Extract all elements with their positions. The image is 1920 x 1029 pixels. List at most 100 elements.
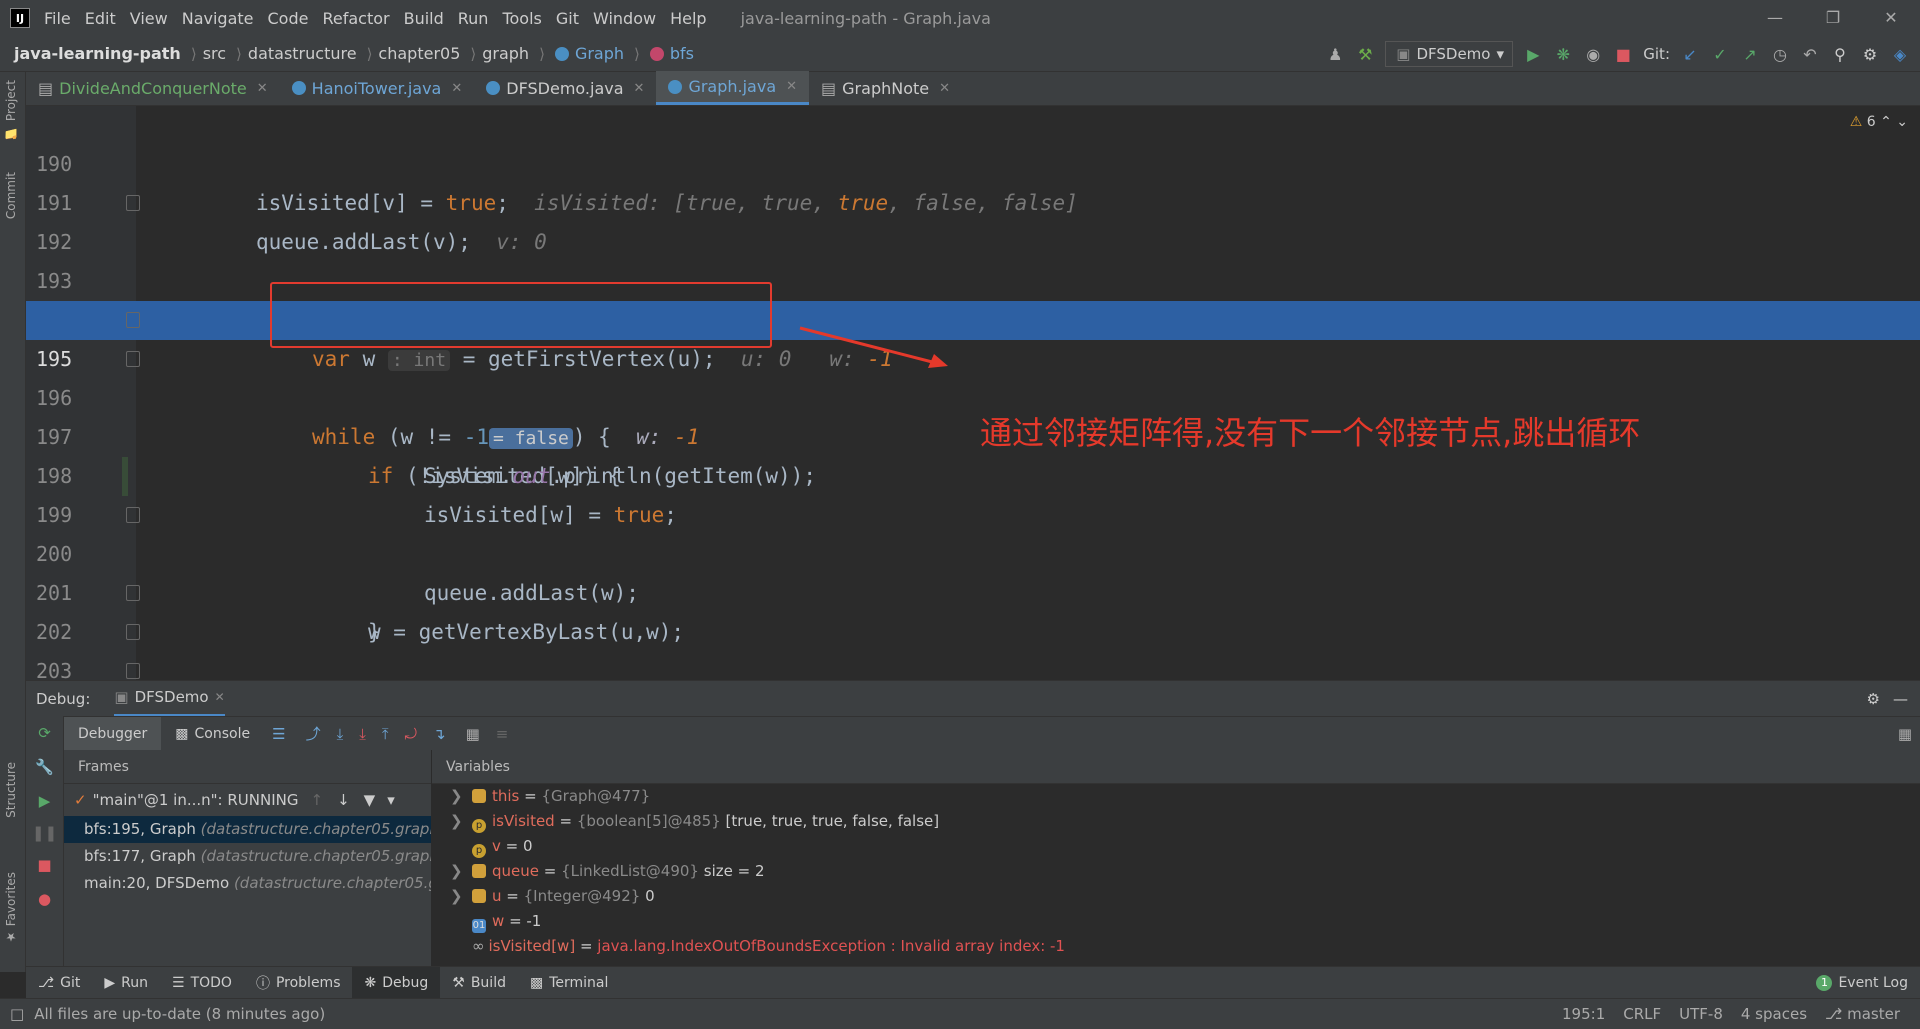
frame-row[interactable]: main:20, DFSDemo (datastructure.chapter0… [64,870,431,897]
menu-window[interactable]: Window [593,9,656,28]
breakpoints-icon[interactable]: ● [26,882,63,916]
fold-marker-icon[interactable] [126,585,140,601]
favorites-tool-tab[interactable]: ★ Favorites [4,872,18,944]
breadcrumb-chapter05[interactable]: chapter05 [378,44,460,63]
variable-row[interactable]: ❯ u = {Integer@492} 0 [432,884,1920,909]
cursor-position[interactable]: 195:1 [1562,1005,1605,1023]
warning-indicator[interactable]: ⚠ 6 ⌃ ⌄ [1850,114,1908,130]
breadcrumb-datastructure[interactable]: datastructure [248,44,357,63]
tab-hanoitower[interactable]: HanoiTower.java ✕ [280,71,475,105]
close-tab-icon[interactable]: ✕ [257,81,268,96]
down-arrow-icon[interactable]: ↓ [337,791,350,809]
close-tab-icon[interactable]: ✕ [215,690,225,704]
project-tool-tab[interactable]: 📁 Project [4,80,18,140]
tab-terminal[interactable]: ▩ Terminal [518,967,620,999]
close-tab-icon[interactable]: ✕ [939,81,950,96]
close-tab-icon[interactable]: ✕ [786,79,797,94]
commit-tool-tab[interactable]: Commit [4,172,18,219]
user-icon[interactable]: ♟ [1325,44,1345,64]
search-icon[interactable]: ⚲ [1830,44,1850,64]
thread-selector[interactable]: ✓ "main"@1 in...n": RUNNING ↑ ↓ ▼ ▾ [64,784,431,816]
menu-run[interactable]: Run [458,9,489,28]
event-log-button[interactable]: 1 Event Log [1804,967,1920,999]
line-separator[interactable]: CRLF [1623,1005,1661,1023]
tab-todo[interactable]: ☰ TODO [160,967,244,999]
trace-icon[interactable]: ≡ [496,725,509,743]
tab-git[interactable]: ⎇ Git [26,967,92,999]
breadcrumb-method[interactable]: bfs [670,44,694,63]
menu-code[interactable]: Code [268,9,309,28]
force-step-into-icon[interactable]: ⤓ [359,725,366,743]
tab-problems[interactable]: ⓘ Problems [244,967,353,999]
menu-edit[interactable]: Edit [85,9,116,28]
expand-icon[interactable]: ❯ [450,809,463,834]
fold-marker-icon[interactable] [126,624,140,640]
tab-run[interactable]: ▶ Run [92,967,160,999]
close-icon[interactable]: ✕ [1862,0,1920,36]
close-tab-icon[interactable]: ✕ [451,81,462,96]
evaluate-icon[interactable]: ▦ [466,725,480,743]
file-encoding[interactable]: UTF-8 [1679,1005,1723,1023]
variable-row[interactable]: ❯ this = {Graph@477} [432,784,1920,809]
minimize-icon[interactable]: — [1746,0,1804,36]
run-icon[interactable]: ▶ [1523,44,1543,64]
indent-setting[interactable]: 4 spaces [1741,1005,1807,1023]
hammer-icon[interactable]: ⚒ [1355,44,1375,64]
menu-git[interactable]: Git [556,9,579,28]
close-tab-icon[interactable]: ✕ [634,81,645,96]
menu-file[interactable]: File [44,9,71,28]
restore-icon[interactable]: ❐ [1804,0,1862,36]
variable-row[interactable]: pv = 0 [432,834,1920,859]
gear-icon[interactable]: ⚙ [1860,44,1880,64]
breadcrumb-project[interactable]: java-learning-path [14,44,181,63]
fold-marker-icon[interactable] [126,351,140,367]
run-to-cursor-icon[interactable]: ↴ [433,725,446,743]
menu-tools[interactable]: Tools [502,9,541,28]
git-commit-icon[interactable]: ✓ [1710,44,1730,64]
step-out-icon[interactable]: ⤒ [382,725,389,743]
tab-debug[interactable]: ❋ Debug [352,966,441,999]
tab-build[interactable]: ⚒ Build [440,967,518,999]
tab-dfsdemo[interactable]: DFSDemo.java ✕ [474,71,656,105]
pause-icon[interactable]: ❚❚ [26,818,63,848]
menu-view[interactable]: View [130,9,168,28]
status-window-icon[interactable]: □ [10,1005,24,1023]
debug-icon[interactable]: ❋ [1553,44,1573,64]
step-over-icon[interactable]: ⤴ [306,723,321,744]
git-push-icon[interactable]: ↗ [1740,44,1760,64]
wrench-icon[interactable]: 🔧 [26,750,63,784]
menu-refactor[interactable]: Refactor [322,9,389,28]
breadcrumb-src[interactable]: src [203,44,226,63]
tab-graph[interactable]: Graph.java ✕ [656,71,810,105]
tab-debugger[interactable]: Debugger [64,716,162,751]
fold-marker-icon[interactable] [126,507,140,523]
structure-tool-tab[interactable]: Structure [4,762,18,818]
resume-icon[interactable]: ▶ [26,784,63,818]
variable-row[interactable]: ❯ p isVisited = {boolean[5]@485} [true, tr… [432,809,1920,834]
rollback-icon[interactable]: ↶ [1800,44,1820,64]
variable-row[interactable]: ❯ queue = {LinkedList@490} size = 2 [432,859,1920,884]
menu-help[interactable]: Help [670,9,706,28]
variable-row[interactable]: ∞ isVisited[w] = java.lang.IndexOutOfBoun… [432,934,1920,959]
layout-icon[interactable]: ▦ [1898,725,1912,743]
code-editor[interactable]: 190 isVisited[v] = true; isVisited: [tru… [26,106,1920,680]
stop-icon[interactable]: ■ [1613,44,1633,64]
stop-icon[interactable]: ■ [26,848,63,882]
tab-divideandconquernote[interactable]: ▤ DivideAndConquerNote ✕ [26,71,280,105]
gear-icon[interactable]: ⚙ [1867,690,1880,708]
tab-graphnote[interactable]: ▤ GraphNote ✕ [809,71,962,105]
frame-row[interactable]: bfs:177, Graph (datastructure.chapter05.… [64,843,431,870]
history-icon[interactable]: ◷ [1770,44,1790,64]
minimize-panel-icon[interactable]: — [1893,690,1908,708]
git-branch[interactable]: ⎇ master [1825,1005,1900,1023]
menu-navigate[interactable]: Navigate [182,9,254,28]
debug-session-tab[interactable]: ▣ DFSDemo ✕ [114,681,225,717]
toolbox-icon[interactable]: ◈ [1890,44,1910,64]
menu-icon[interactable]: ☰ [272,725,285,743]
fold-marker-icon[interactable] [126,195,140,211]
menu-build[interactable]: Build [404,9,444,28]
frame-row[interactable]: bfs:195, Graph (datastructure.chapter05.… [64,816,431,843]
expand-icon[interactable]: ❯ [450,884,463,909]
drop-frame-icon[interactable]: ⤾ [405,725,418,743]
variable-row[interactable]: 01 w = -1 [432,909,1920,934]
